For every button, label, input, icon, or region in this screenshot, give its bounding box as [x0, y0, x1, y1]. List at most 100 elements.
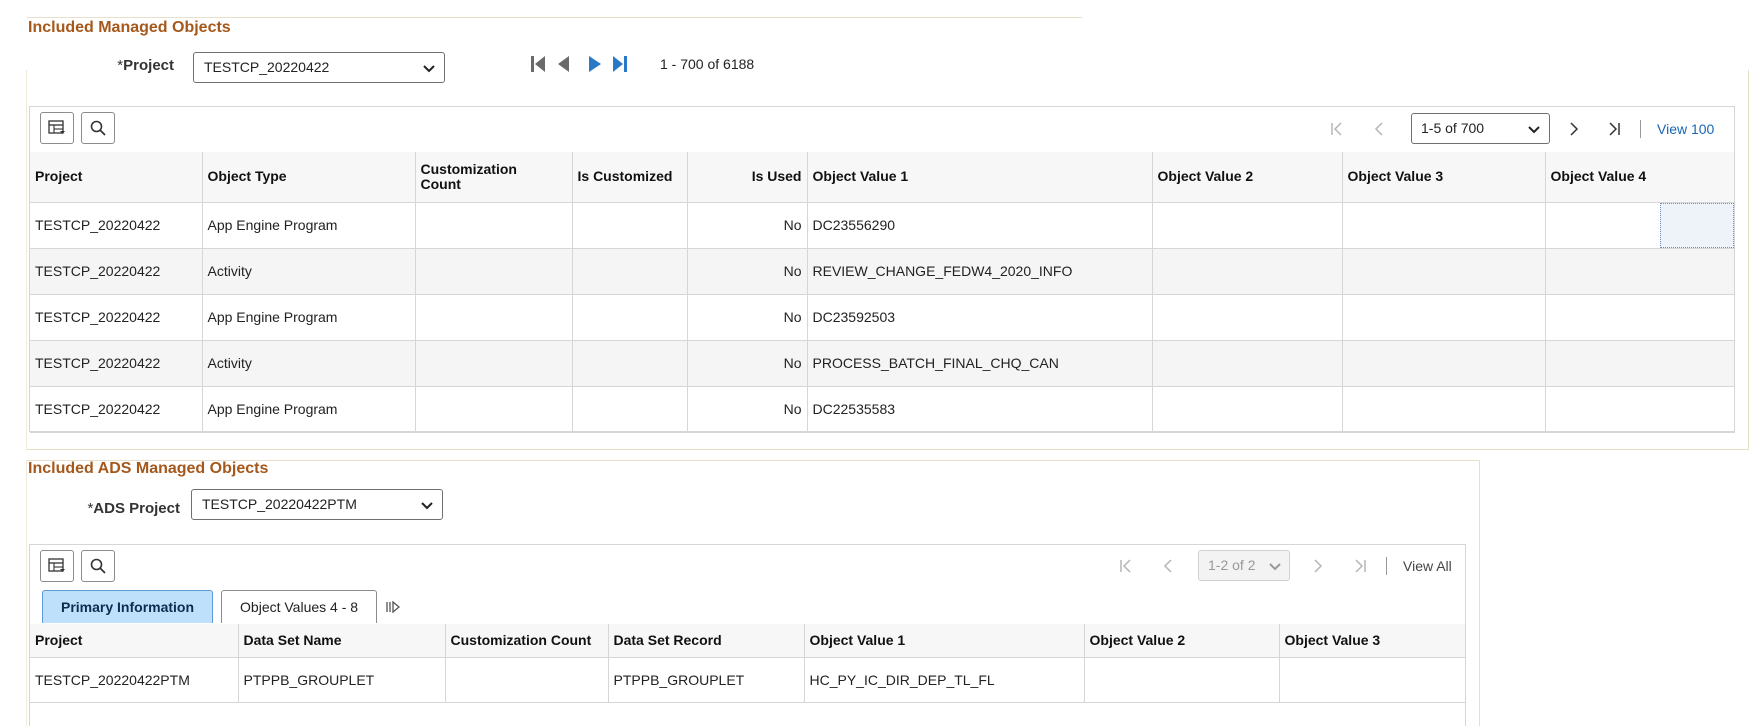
col-header-customization-count[interactable]: Customization Count [445, 624, 609, 658]
cell-customization-count [445, 657, 609, 703]
cell-object-value-2 [1152, 248, 1343, 295]
cell-object-value-1: HC_PY_IC_DIR_DEP_TL_FL [804, 657, 1085, 703]
col-header-object-value-1[interactable]: Object Value 1 [807, 152, 1153, 203]
previous-page-icon[interactable] [1158, 556, 1178, 576]
cell-object-type: App Engine Program [202, 386, 416, 433]
next-page-icon[interactable] [1308, 556, 1328, 576]
cell-object-value-3 [1342, 386, 1546, 433]
personalize-grid-button[interactable] [40, 550, 74, 582]
last-page-icon[interactable] [1604, 119, 1624, 139]
ads-grid-page-select[interactable]: 1-2 of 2 [1198, 550, 1290, 581]
grid-personalize-icon [48, 120, 65, 134]
cell-object-value-1: DC23592503 [807, 294, 1153, 341]
first-page-icon[interactable] [530, 55, 546, 73]
table-row[interactable]: TESTCP_20220422 Activity No REVIEW_CHANG… [30, 248, 1735, 295]
cell-focus-indicator [1660, 203, 1734, 248]
col-header-data-set-name[interactable]: Data Set Name [238, 624, 446, 658]
cell-object-type: App Engine Program [202, 294, 416, 341]
cell-object-value-1: DC23556290 [807, 202, 1153, 249]
previous-page-icon[interactable] [1369, 119, 1389, 139]
cell-is-customized [572, 202, 688, 249]
previous-page-icon[interactable] [556, 55, 570, 73]
cell-object-value-4 [1545, 294, 1735, 341]
cell-project: TESTCP_20220422 [30, 386, 203, 433]
cell-customization-count [415, 294, 573, 341]
cell-object-value-2 [1152, 340, 1343, 387]
last-page-icon[interactable] [1350, 556, 1370, 576]
tab-primary-information[interactable]: Primary Information [42, 590, 214, 623]
col-header-object-value-2[interactable]: Object Value 2 [1084, 624, 1280, 658]
grid-search-button[interactable] [81, 550, 115, 582]
col-header-project[interactable]: Project [30, 624, 239, 658]
col-header-data-set-record[interactable]: Data Set Record [608, 624, 805, 658]
col-header-is-customized[interactable]: Is Customized [572, 152, 688, 203]
cell-is-used: No [687, 248, 808, 295]
section-divider [27, 17, 1082, 18]
cell-project: TESTCP_20220422 [30, 202, 203, 249]
cell-object-value-3 [1342, 340, 1546, 387]
cell-object-value-4 [1545, 248, 1735, 295]
table-row[interactable]: TESTCP_20220422 App Engine Program No DC… [30, 294, 1735, 341]
cell-object-value-2 [1084, 657, 1280, 703]
cell-data-set-record: PTPPB_GROUPLET [608, 657, 805, 703]
cell-object-value-2 [1152, 202, 1343, 249]
pager-separator [1386, 556, 1387, 575]
search-icon [90, 120, 106, 136]
cell-customization-count [415, 248, 573, 295]
project-label-text: Project [123, 57, 174, 74]
table-row[interactable]: TESTCP_20220422 App Engine Program No DC… [30, 386, 1735, 433]
last-page-icon[interactable] [612, 55, 628, 73]
view-all-link[interactable]: View All [1403, 558, 1452, 574]
show-all-columns-button[interactable] [385, 590, 401, 623]
cell-customization-count [415, 340, 573, 387]
ads-project-select[interactable]: TESTCP_20220422PTM [191, 489, 443, 520]
table-header-row: Project Object Type Customization Count … [30, 152, 1735, 203]
cell-object-value-1: DC22535583 [807, 386, 1153, 433]
next-page-icon[interactable] [1564, 119, 1584, 139]
col-header-project[interactable]: Project [30, 152, 203, 203]
cell-project: TESTCP_20220422 [30, 340, 203, 387]
table-row[interactable]: TESTCP_20220422 Activity No PROCESS_BATC… [30, 340, 1735, 387]
grid-tabs: Primary Information Object Values 4 - 8 [42, 590, 401, 623]
cell-is-customized [572, 386, 688, 433]
cell-object-value-2 [1152, 294, 1343, 341]
tab-object-values-4-8[interactable]: Object Values 4 - 8 [221, 590, 378, 623]
col-header-object-type[interactable]: Object Type [202, 152, 416, 203]
cell-customization-count [415, 386, 573, 433]
cell-is-customized [572, 248, 688, 295]
grid-search-button[interactable] [81, 112, 115, 144]
col-header-object-value-2[interactable]: Object Value 2 [1152, 152, 1343, 203]
cell-project: TESTCP_20220422 [30, 248, 203, 295]
col-header-object-value-3[interactable]: Object Value 3 [1279, 624, 1466, 658]
ads-project-label: *ADS Project [80, 500, 180, 517]
col-header-object-value-3[interactable]: Object Value 3 [1342, 152, 1546, 203]
col-header-customization-count[interactable]: Customization Count [415, 152, 573, 203]
col-header-object-value-4[interactable]: Object Value 4 [1545, 152, 1735, 203]
first-page-icon[interactable] [1116, 556, 1136, 576]
managed-objects-table: Project Object Type Customization Count … [30, 152, 1735, 433]
first-page-icon[interactable] [1327, 119, 1347, 139]
cell-object-value-4 [1545, 386, 1735, 433]
cell-object-value-1: REVIEW_CHANGE_FEDW4_2020_INFO [807, 248, 1153, 295]
col-header-object-value-1[interactable]: Object Value 1 [804, 624, 1085, 658]
cell-is-used: No [687, 294, 808, 341]
search-icon [90, 558, 106, 574]
chevron-down-icon [423, 65, 435, 73]
personalize-grid-button[interactable] [40, 112, 74, 144]
grid-page-select-value: 1-5 of 700 [1421, 120, 1485, 136]
grid-page-select[interactable]: 1-5 of 700 [1411, 113, 1550, 144]
cell-is-customized [572, 294, 688, 341]
classic-range-text: 1 - 700 of 6188 [660, 56, 755, 72]
col-header-is-used[interactable]: Is Used [687, 152, 808, 203]
table-row[interactable]: TESTCP_20220422 App Engine Program No DC… [30, 202, 1735, 249]
table-row[interactable]: TESTCP_20220422PTM PTPPB_GROUPLET PTPPB_… [30, 657, 1466, 703]
view-100-link[interactable]: View 100 [1657, 121, 1714, 137]
chevron-down-icon [421, 502, 433, 510]
cell-object-value-4 [1545, 340, 1735, 387]
next-page-icon[interactable] [588, 55, 602, 73]
section-title-managed-objects: Included Managed Objects [28, 19, 231, 36]
cell-project: TESTCP_20220422 [30, 294, 203, 341]
project-select[interactable]: TESTCP_20220422 [193, 52, 445, 83]
ads-project-label-text: ADS Project [93, 500, 180, 517]
show-all-columns-icon [386, 600, 401, 613]
